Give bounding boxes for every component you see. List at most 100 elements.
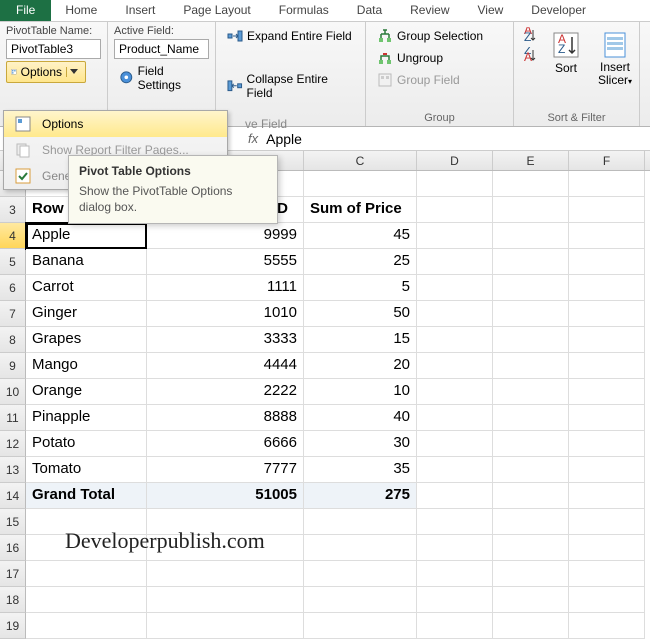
group-selection-button[interactable]: Group Selection — [372, 25, 488, 47]
cell[interactable] — [493, 509, 569, 535]
row-header[interactable]: 11 — [0, 405, 26, 431]
pivot-row-price[interactable]: 50 — [304, 301, 417, 327]
cell[interactable] — [493, 223, 569, 249]
pivot-row-label[interactable]: Ginger — [26, 301, 147, 327]
cell[interactable] — [569, 327, 645, 353]
row-header[interactable]: 7 — [0, 301, 26, 327]
col-header-f[interactable]: F — [569, 151, 645, 170]
row-header[interactable]: 12 — [0, 431, 26, 457]
pivot-row-pid[interactable]: 3333 — [147, 327, 304, 353]
cell[interactable] — [417, 379, 493, 405]
pivot-row-pid[interactable]: 6666 — [147, 431, 304, 457]
cell[interactable] — [304, 561, 417, 587]
group-field-button[interactable]: Group Field — [372, 69, 465, 91]
fx-label[interactable]: fx — [248, 131, 258, 146]
cell[interactable] — [493, 587, 569, 613]
field-settings-button[interactable]: Field Settings — [114, 61, 209, 95]
pivot-row-price[interactable]: 40 — [304, 405, 417, 431]
pivot-row-price[interactable]: 35 — [304, 457, 417, 483]
row-header[interactable]: 15 — [0, 509, 26, 535]
pivot-row-label[interactable]: Tomato — [26, 457, 147, 483]
expand-field-button[interactable]: Expand Entire Field — [222, 25, 357, 47]
insert-slicer-button[interactable]: InsertSlicer▾ — [592, 25, 638, 110]
tab-view[interactable]: View — [464, 0, 518, 21]
cell[interactable] — [304, 613, 417, 639]
sort-button[interactable]: AZ Sort — [544, 25, 588, 110]
ungroup-button[interactable]: Ungroup — [372, 47, 448, 69]
pivot-row-pid[interactable]: 2222 — [147, 379, 304, 405]
cell[interactable] — [569, 535, 645, 561]
pivot-row-label[interactable]: Carrot — [26, 275, 147, 301]
cell[interactable] — [493, 483, 569, 509]
cell[interactable] — [569, 249, 645, 275]
cell[interactable] — [569, 197, 645, 223]
cell[interactable] — [569, 275, 645, 301]
cell[interactable] — [569, 223, 645, 249]
sort-desc-button[interactable]: ZA — [520, 45, 540, 65]
row-header[interactable]: 10 — [0, 379, 26, 405]
col-header-d[interactable]: D — [417, 151, 493, 170]
tab-review[interactable]: Review — [396, 0, 463, 21]
cell[interactable] — [569, 353, 645, 379]
tab-insert[interactable]: Insert — [111, 0, 169, 21]
row-header[interactable]: 14 — [0, 483, 26, 509]
pivot-row-price[interactable]: 25 — [304, 249, 417, 275]
row-header[interactable]: 3 — [0, 197, 26, 223]
pivot-row-pid[interactable]: 5555 — [147, 249, 304, 275]
pivot-row-pid[interactable]: 8888 — [147, 405, 304, 431]
cell[interactable] — [493, 275, 569, 301]
menu-item-options[interactable]: Options — [4, 111, 227, 137]
cell[interactable] — [304, 171, 417, 197]
grand-total-label[interactable]: Grand Total — [26, 483, 147, 509]
tab-home[interactable]: Home — [51, 0, 111, 21]
cell[interactable] — [147, 613, 304, 639]
row-header[interactable]: 6 — [0, 275, 26, 301]
tab-pagelayout[interactable]: Page Layout — [169, 0, 264, 21]
cell[interactable] — [493, 301, 569, 327]
pivot-row-price[interactable]: 30 — [304, 431, 417, 457]
row-header[interactable]: 5 — [0, 249, 26, 275]
cell[interactable] — [26, 561, 147, 587]
cell[interactable] — [569, 457, 645, 483]
cell[interactable] — [569, 613, 645, 639]
pivot-row-price[interactable]: 20 — [304, 353, 417, 379]
cell[interactable] — [417, 301, 493, 327]
cell[interactable] — [493, 327, 569, 353]
pivot-row-pid[interactable]: 4444 — [147, 353, 304, 379]
pivot-row-pid[interactable]: 1010 — [147, 301, 304, 327]
cell[interactable] — [417, 457, 493, 483]
pivot-row-label[interactable]: Grapes — [26, 327, 147, 353]
cell[interactable] — [493, 535, 569, 561]
tab-developer[interactable]: Developer — [517, 0, 600, 21]
cell[interactable] — [569, 431, 645, 457]
cell[interactable] — [417, 431, 493, 457]
active-field-input[interactable] — [114, 39, 209, 59]
cell[interactable] — [304, 535, 417, 561]
pivot-row-pid[interactable]: 7777 — [147, 457, 304, 483]
grand-total-price[interactable]: 275 — [304, 483, 417, 509]
cell[interactable] — [417, 327, 493, 353]
cell[interactable] — [417, 223, 493, 249]
pivot-name-input[interactable] — [6, 39, 101, 59]
row-header[interactable]: 13 — [0, 457, 26, 483]
row-header[interactable]: 18 — [0, 587, 26, 613]
collapse-field-button[interactable]: Collapse Entire Field — [222, 69, 359, 103]
cell[interactable] — [147, 561, 304, 587]
pivot-row-pid[interactable]: 1111 — [147, 275, 304, 301]
options-button[interactable]: Options — [6, 61, 86, 83]
tab-file[interactable]: File — [0, 0, 51, 21]
col-header-c[interactable]: C — [304, 151, 417, 170]
cell[interactable] — [417, 483, 493, 509]
cell[interactable] — [569, 301, 645, 327]
pivot-row-price[interactable]: 10 — [304, 379, 417, 405]
cell[interactable] — [417, 613, 493, 639]
cell[interactable] — [569, 379, 645, 405]
cell[interactable] — [417, 561, 493, 587]
cell[interactable] — [569, 405, 645, 431]
cell[interactable] — [417, 197, 493, 223]
tab-formulas[interactable]: Formulas — [265, 0, 343, 21]
pivot-row-price[interactable]: 45 — [304, 223, 417, 249]
row-header[interactable]: 8 — [0, 327, 26, 353]
cell[interactable] — [147, 587, 304, 613]
cell[interactable] — [417, 171, 493, 197]
